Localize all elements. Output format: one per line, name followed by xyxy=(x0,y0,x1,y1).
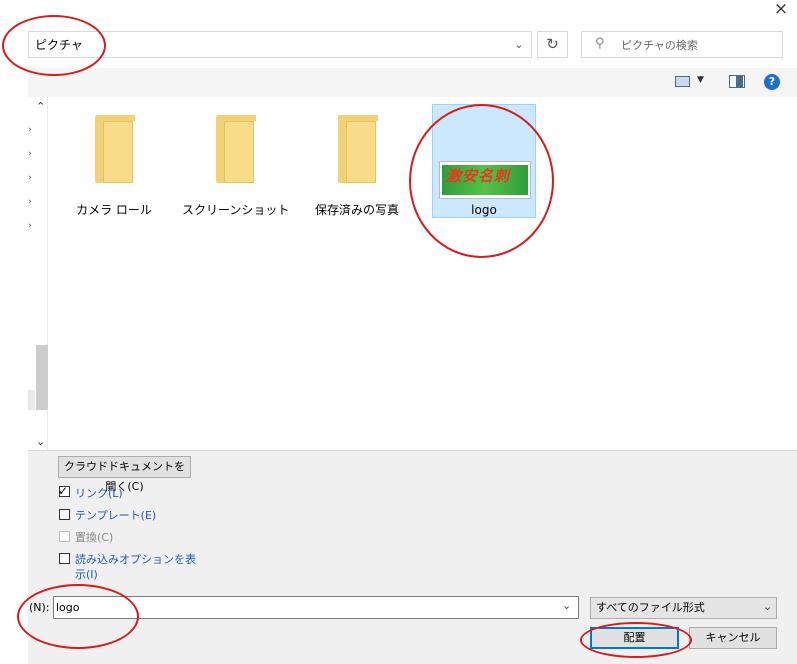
folder-item[interactable]: カメラ ロール xyxy=(61,103,167,219)
import-options-checkbox[interactable] xyxy=(59,553,70,564)
cancel-button[interactable]: キャンセル xyxy=(689,627,777,649)
logo-thumbnail-text: 激安名刺 xyxy=(446,167,511,185)
scrollbar-track xyxy=(28,390,35,410)
folder-item[interactable]: スクリーンショット xyxy=(182,103,290,219)
scroll-up-icon[interactable]: ⌃ xyxy=(36,100,45,113)
filetype-select[interactable]: すべてのファイル形式 xyxy=(590,597,777,619)
replace-checkbox xyxy=(59,531,70,542)
filename-input[interactable] xyxy=(53,596,579,619)
filename-label: (N): xyxy=(29,601,50,614)
chevron-down-icon[interactable]: ⌄ xyxy=(763,600,772,613)
view-icon[interactable] xyxy=(675,76,690,87)
folder-item[interactable]: 保存済みの写真 xyxy=(304,103,410,219)
replace-label: 置換(C) xyxy=(75,531,114,544)
nav-expand-icon[interactable]: › xyxy=(28,125,34,135)
file-item-logo[interactable]: 激安名刺 logo xyxy=(432,104,536,218)
place-button[interactable]: 配置 xyxy=(590,627,679,649)
template-label[interactable]: テンプレート(E) xyxy=(75,507,156,523)
search-icon: ⚲ xyxy=(595,36,605,51)
chevron-down-icon[interactable]: ⌄ xyxy=(562,599,571,612)
checkmark-icon: ✓ xyxy=(58,484,69,498)
view-dropdown-icon[interactable]: ▼ xyxy=(697,75,704,85)
address-bar[interactable] xyxy=(28,31,532,58)
close-button[interactable]: × xyxy=(768,0,794,20)
scroll-down-icon[interactable]: ⌄ xyxy=(36,435,45,448)
open-cloud-document-button[interactable]: クラウドドキュメントを開く(C) xyxy=(58,456,191,493)
help-icon[interactable]: ? xyxy=(764,74,780,90)
refresh-icon[interactable]: ↻ xyxy=(537,31,568,58)
folder-label: 保存済みの写真 xyxy=(314,203,399,217)
folder-icon xyxy=(338,115,382,183)
folder-icon xyxy=(95,115,139,183)
nav-expand-icon[interactable]: › xyxy=(28,149,34,159)
preview-pane-icon-fill xyxy=(736,76,743,87)
address-path: ピクチャ xyxy=(35,38,83,52)
search-placeholder: ピクチャの検索 xyxy=(621,39,698,52)
nav-expand-icon[interactable]: › xyxy=(28,221,34,231)
import-options-label-line2[interactable]: 示(I) xyxy=(75,566,98,582)
template-checkbox[interactable] xyxy=(59,509,70,520)
folder-label: スクリーンショット xyxy=(182,203,290,217)
scrollbar-thumb[interactable] xyxy=(36,345,48,410)
filename-value: logo xyxy=(56,601,80,614)
nav-expand-icon[interactable]: › xyxy=(28,173,34,183)
chevron-down-icon[interactable]: ⌄ xyxy=(510,36,528,54)
folder-label: カメラ ロール xyxy=(76,203,152,217)
logo-thumbnail: 激安名刺 xyxy=(439,161,531,199)
nav-expand-icon[interactable]: › xyxy=(28,197,34,207)
import-options-label-line1[interactable]: 読み込みオプションを表 xyxy=(75,551,196,567)
file-label: logo xyxy=(471,203,497,217)
link-label[interactable]: リンク(L) xyxy=(75,485,123,501)
folder-icon xyxy=(216,115,260,183)
